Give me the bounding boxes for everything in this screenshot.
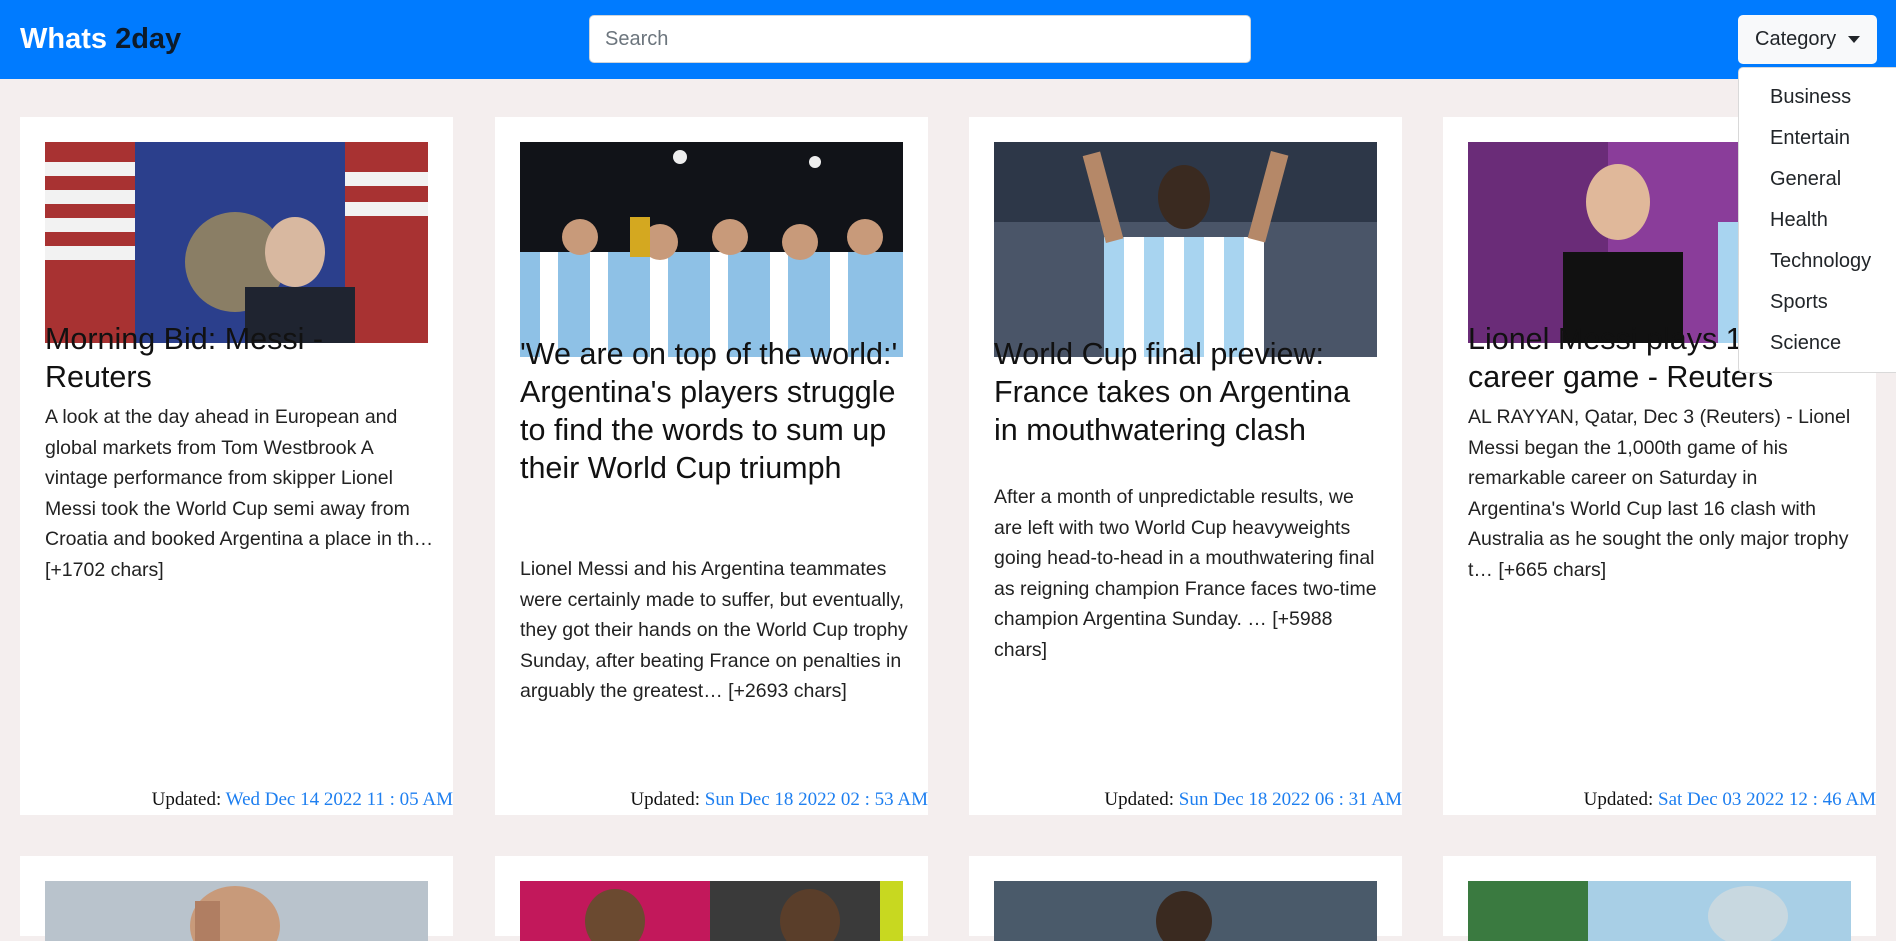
news-title[interactable]: World Cup final preview: France takes on…: [994, 335, 1377, 449]
menu-item-science[interactable]: Science: [1739, 326, 1896, 367]
news-image-placeholder: [45, 142, 428, 343]
news-description: AL RAYYAN, Qatar, Dec 3 (Reuters) - Lion…: [1468, 406, 1851, 581]
brand-name-part1: Whats: [20, 23, 107, 55]
news-image[interactable]: [520, 881, 903, 941]
news-description: A look at the day ahead in European and …: [45, 406, 434, 581]
category-dropdown-button[interactable]: Category: [1738, 15, 1877, 64]
updated-date: Sun Dec 18 2022 06 : 31 AM: [1178, 789, 1402, 810]
news-image-placeholder: [520, 881, 903, 941]
updated-date: Wed Dec 14 2022 11 : 05 AM: [225, 789, 453, 810]
news-image[interactable]: [45, 142, 428, 343]
news-card: [20, 856, 453, 941]
news-image-placeholder: [45, 881, 428, 941]
news-card: World Cup final preview: France takes on…: [969, 117, 1402, 815]
news-image[interactable]: [45, 881, 428, 941]
updated-date: Sat Dec 03 2022 12 : 46 AM: [1658, 789, 1876, 810]
news-card: Morning Bid: Messi - Reuters A look at t…: [20, 117, 453, 815]
news-card: [969, 856, 1402, 941]
news-title[interactable]: Morning Bid: Messi - Reuters: [45, 320, 428, 396]
news-title[interactable]: 'We are on top of the world:' Argentina'…: [520, 335, 903, 487]
menu-item-business[interactable]: Business: [1739, 80, 1896, 121]
category-dropdown-menu: Business Entertain General Health Techno…: [1738, 67, 1896, 373]
news-updated: Updated: Wed Dec 14 2022 11 : 05 AM: [152, 789, 453, 811]
search-input[interactable]: [589, 15, 1251, 63]
news-image-placeholder: [1468, 881, 1851, 941]
menu-item-health[interactable]: Health: [1739, 203, 1896, 244]
brand-logo[interactable]: Whats 2day: [20, 20, 181, 58]
news-image[interactable]: [994, 881, 1377, 941]
news-card: [1443, 856, 1876, 941]
menu-item-sports[interactable]: Sports: [1739, 285, 1896, 326]
news-card: [495, 856, 928, 941]
news-image-placeholder: [994, 142, 1377, 357]
news-image[interactable]: [994, 142, 1377, 357]
news-image[interactable]: [520, 142, 903, 357]
updated-date: Sun Dec 18 2022 02 : 53 AM: [704, 789, 928, 810]
category-button-label: Category: [1755, 28, 1837, 50]
updated-label: Updated:: [151, 789, 222, 810]
news-description: Lionel Messi and his Argentina teammates…: [520, 558, 908, 703]
news-card: 'We are on top of the world:' Argentina'…: [495, 117, 928, 815]
menu-item-entertain[interactable]: Entertain: [1739, 121, 1896, 162]
menu-item-technology[interactable]: Technology: [1739, 244, 1896, 285]
caret-down-icon: [1848, 36, 1861, 43]
news-updated: Updated: Sun Dec 18 2022 02 : 53 AM: [630, 789, 928, 811]
updated-label: Updated:: [630, 789, 700, 810]
navbar: Whats 2day Category: [0, 0, 1896, 79]
brand-name-part2: 2day: [115, 23, 182, 55]
news-image-placeholder: [520, 142, 903, 357]
news-image[interactable]: [1468, 881, 1851, 941]
news-description: After a month of unpredictable results, …: [994, 486, 1377, 661]
news-updated: Updated: Sat Dec 03 2022 12 : 46 AM: [1584, 789, 1876, 811]
menu-item-general[interactable]: General: [1739, 162, 1896, 203]
news-image-placeholder: [994, 881, 1377, 941]
updated-label: Updated:: [1583, 789, 1654, 810]
news-updated: Updated: Sun Dec 18 2022 06 : 31 AM: [1104, 789, 1402, 811]
updated-label: Updated:: [1104, 789, 1174, 810]
